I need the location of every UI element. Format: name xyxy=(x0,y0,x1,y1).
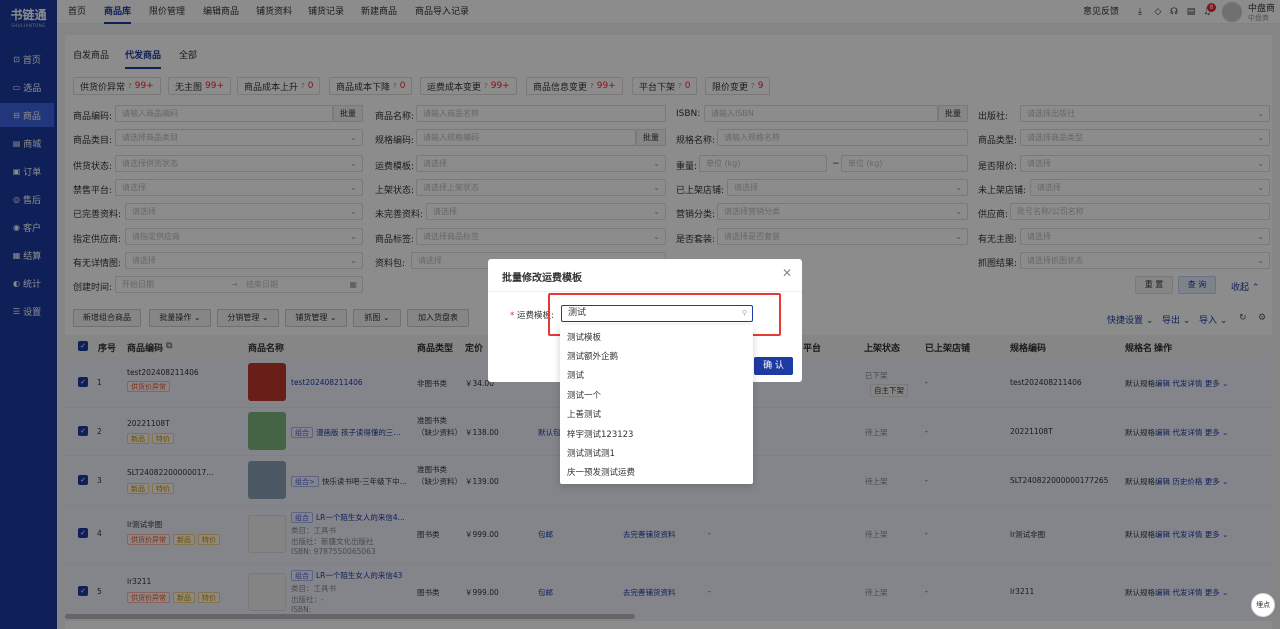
tracking-fab-button[interactable]: 埋点 xyxy=(1251,593,1275,617)
dropdown-option[interactable]: 测试一个 xyxy=(567,389,601,401)
modal-divider xyxy=(488,291,802,292)
modal-title: 批量修改运费模板 xyxy=(502,273,582,284)
dropdown-option[interactable]: 梓宇测试123123 xyxy=(567,428,633,440)
confirm-button[interactable]: 确 认 xyxy=(754,357,793,375)
dropdown-option[interactable]: 上善测试 xyxy=(567,408,601,420)
dropdown-option[interactable]: 庆一预发测试运费 xyxy=(567,466,635,478)
close-icon[interactable]: ✕ xyxy=(782,266,792,280)
required-asterisk: * xyxy=(510,311,517,321)
dropdown-option[interactable]: 测试额外企鹅 xyxy=(567,350,618,362)
dropdown-option[interactable]: 测试 xyxy=(567,369,584,381)
dropdown-option[interactable]: 测试测试测1 xyxy=(567,447,615,459)
dropdown-option[interactable]: 测试模板 xyxy=(567,331,601,343)
freight-template-dropdown: 测试模板 测试额外企鹅 测试 测试一个 上善测试 梓宇测试123123 测试测试… xyxy=(560,325,753,484)
